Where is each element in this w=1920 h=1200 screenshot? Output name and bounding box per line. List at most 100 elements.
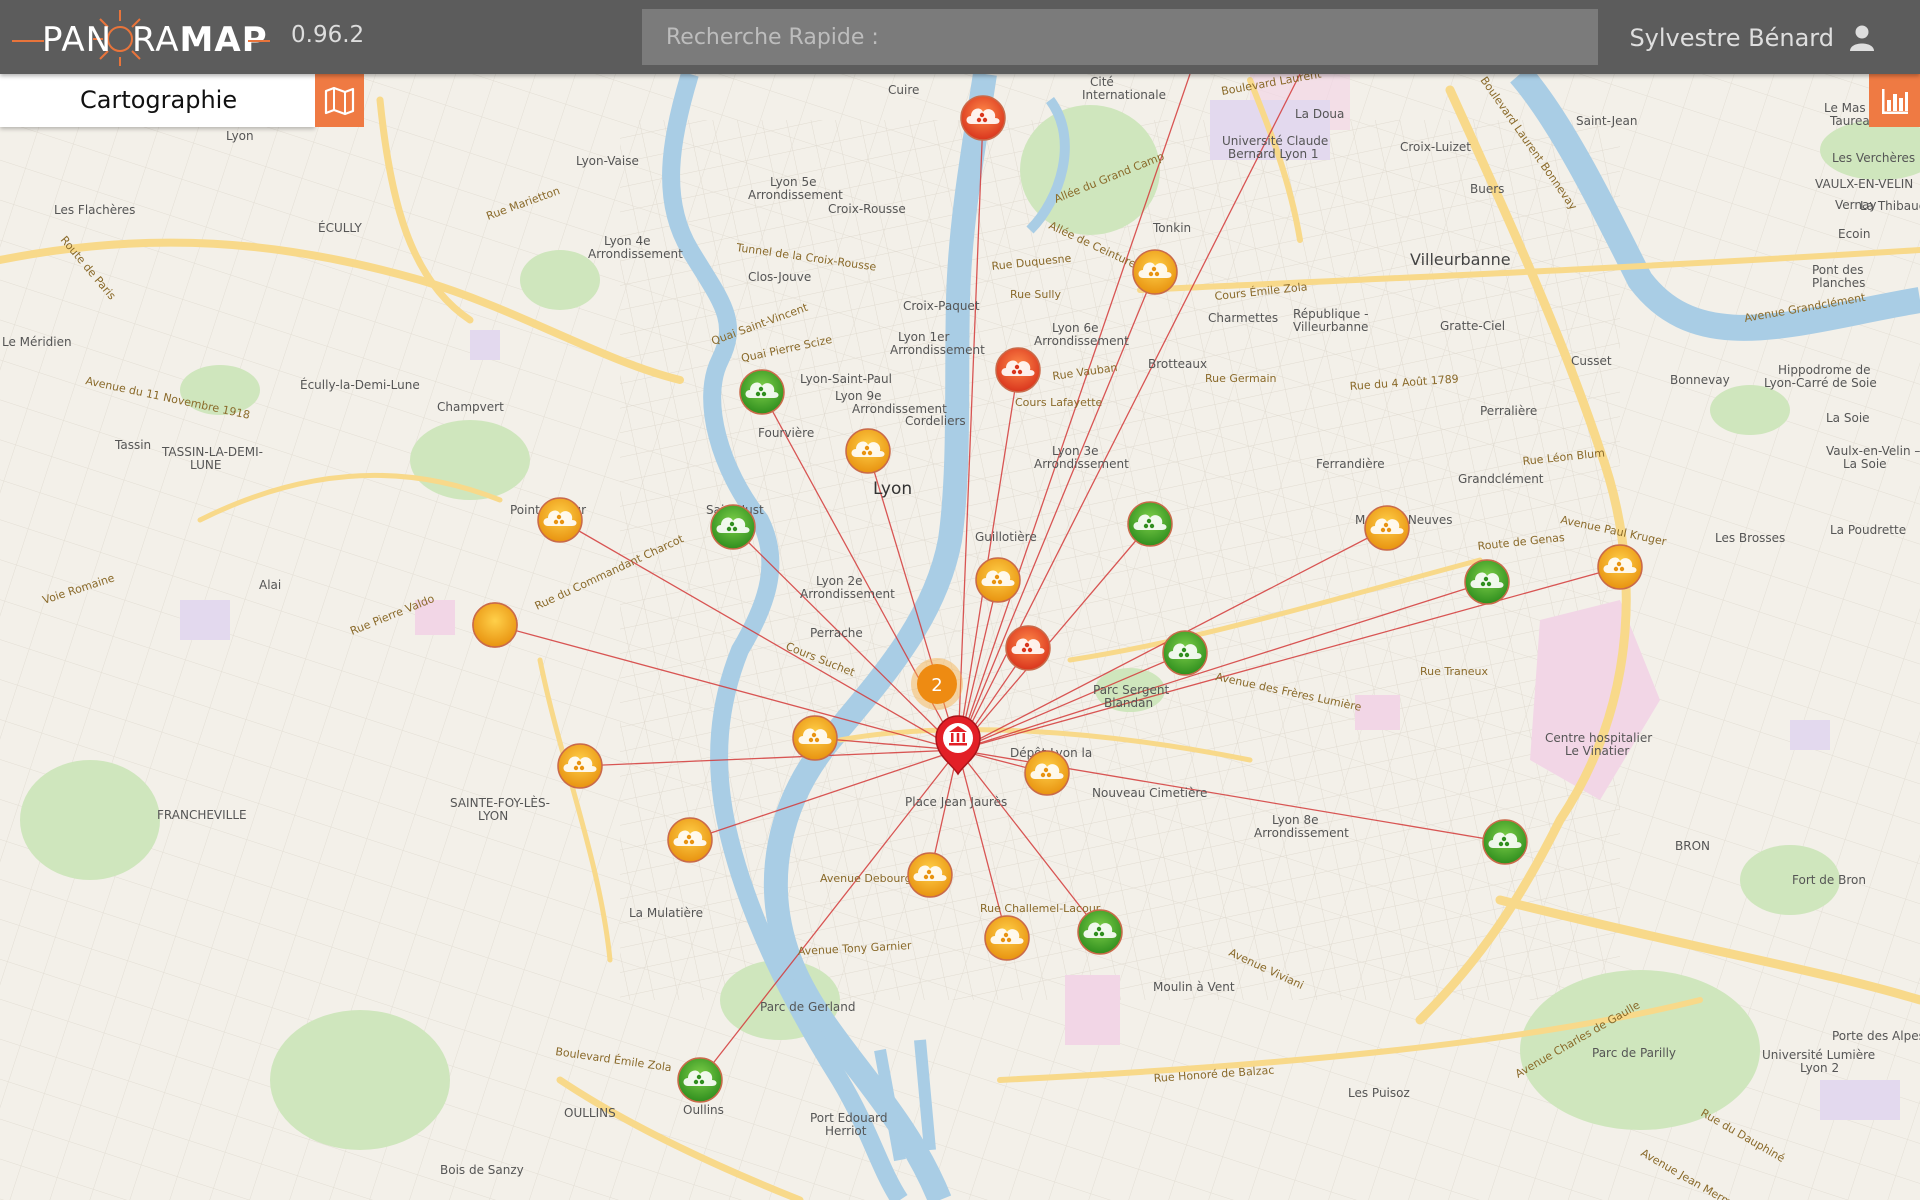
place-porte-alpes: Porte des Alpes — [1832, 1029, 1920, 1043]
place-fourviere: Fourvière — [758, 426, 814, 440]
place-bron: BRON — [1675, 839, 1710, 853]
cloud-marker[interactable] — [710, 504, 756, 550]
cloud-marker[interactable] — [960, 95, 1006, 141]
place-les-puisoz: Les Puisoz — [1348, 1086, 1410, 1100]
user-name[interactable]: Sylvestre Bénard — [1629, 24, 1834, 52]
place-nouveau-cimetiere: Nouveau Cimetière — [1092, 786, 1207, 800]
place-cusset: Cusset — [1571, 354, 1612, 368]
place-lyon: Lyon — [873, 479, 912, 499]
cloud-marker[interactable] — [557, 743, 603, 789]
cloud-marker[interactable] — [1127, 501, 1173, 547]
place-oullins-station: Oullins — [683, 1103, 724, 1117]
user-icon[interactable] — [1848, 24, 1876, 52]
road-rue-sully: Rue Sully — [1010, 288, 1061, 301]
place-lyon-vaise: Lyon-Vaise — [576, 154, 639, 168]
logo-text: PAN​RAMAP — [42, 20, 268, 60]
place-le-vinatier: Le Vinatier — [1565, 744, 1629, 758]
cloud-marker[interactable] — [537, 497, 583, 543]
place-buers: Buers — [1470, 182, 1504, 196]
cloud-marker[interactable] — [995, 347, 1041, 393]
place-parc-sergent: Parc Sergent — [1093, 683, 1169, 697]
top-bar: PAN​RAMAP 0.96.2 Sylvestre Bénard — [0, 0, 1920, 74]
cloud-marker[interactable] — [667, 817, 713, 863]
place-universite-2: Bernard Lyon 1 — [1228, 147, 1319, 161]
place-alai: Alai — [259, 578, 281, 592]
cloud-marker[interactable] — [1132, 249, 1178, 295]
place-lyon-1er: Lyon 1er — [898, 330, 949, 344]
place-moulin-vent: Moulin à Vent — [1153, 980, 1235, 994]
place-sainte-foy-2: LYON — [478, 809, 508, 823]
place-oullins: OULLINS — [564, 1106, 616, 1120]
place-universite-lumiere-2: Lyon 2 — [1800, 1061, 1839, 1075]
cloud-marker[interactable] — [1024, 750, 1070, 796]
place-vaulx-la-soie-2: La Soie — [1843, 457, 1887, 471]
cloud-marker[interactable] — [975, 557, 1021, 603]
cloud-marker[interactable] — [1464, 559, 1510, 605]
road-cours-lafayette: Cours Lafayette — [1015, 396, 1103, 409]
place-universite: Université Claude — [1222, 134, 1328, 148]
cloud-marker[interactable] — [845, 428, 891, 474]
panoramap-logo[interactable]: PAN​RAMAP — [12, 6, 272, 68]
cloud-marker[interactable] — [1077, 909, 1123, 955]
place-port-edouard: Port Edouard — [810, 1111, 887, 1125]
place-tassin-2: LUNE — [190, 458, 221, 472]
quick-search-input[interactable] — [642, 9, 1598, 65]
place-lyon-1er-2: Arrondissement — [890, 343, 985, 357]
logo-text-a: A — [155, 20, 180, 60]
place-tonkin: Tonkin — [1152, 221, 1191, 235]
place-ecully-station: Écully-la-Demi-Lune — [300, 377, 420, 392]
road-rue-challemel: Rue Challemel-Lacour — [980, 902, 1101, 915]
place-clos-jouve: Clos-Jouve — [748, 270, 811, 284]
place-universite-lumiere: Université Lumière — [1762, 1048, 1875, 1062]
cloud-marker[interactable] — [1482, 819, 1528, 865]
place-gratte-ciel: Gratte-Ciel — [1440, 319, 1505, 333]
place-jean-jaures: Place Jean Jaurès — [905, 795, 1007, 809]
place-perralliere: Perralière — [1480, 404, 1537, 418]
panel-title: Cartographie — [80, 86, 238, 114]
cloud-marker[interactable] — [677, 1057, 723, 1103]
place-bonnevay: Bonnevay — [1670, 373, 1730, 387]
place-bois-de-sanzy: Bois de Sanzy — [440, 1163, 524, 1177]
cloud-marker[interactable] — [472, 602, 518, 648]
place-villeurbanne: Villeurbanne — [1410, 250, 1511, 269]
app-version: 0.96.2 — [291, 22, 365, 48]
marker-cluster[interactable]: 2 — [911, 658, 963, 710]
road-avenue-debourg: Avenue Debourg — [820, 872, 912, 885]
place-les-brosses: Les Brosses — [1715, 531, 1785, 545]
place-la-soie: La Soie — [1826, 411, 1870, 425]
place-lyon-saint-paul: Lyon-Saint-Paul — [800, 372, 892, 386]
place-le-meridien: Le Méridien — [2, 335, 72, 349]
place-lyon-5e: Lyon 5e — [770, 175, 816, 189]
cloud-marker[interactable] — [907, 852, 953, 898]
place-hippodrome-2: Lyon-Carré de Soie — [1764, 376, 1877, 390]
cloud-marker[interactable] — [1597, 544, 1643, 590]
map-view[interactable]: Cuire Cité Internationale La Doua Univer… — [0, 74, 1920, 1200]
cloud-marker[interactable] — [1364, 505, 1410, 551]
cloud-marker[interactable] — [792, 715, 838, 761]
place-guillotiere: Guillotière — [975, 530, 1037, 544]
place-ecoin: Ecoin — [1838, 227, 1870, 241]
place-centre-hospitalier: Centre hospitalier — [1545, 731, 1652, 745]
cartography-panel[interactable]: Cartographie — [0, 74, 315, 127]
place-croix-rousse: Croix-Rousse — [828, 202, 906, 216]
place-ecully: ÉCULLY — [318, 220, 363, 235]
statistics-button[interactable] — [1869, 74, 1920, 127]
place-lyon-6e-2: Arrondissement — [1034, 334, 1129, 348]
place-sainte-foy: SAINTE-FOY-LÈS- — [450, 795, 550, 810]
place-brotteaux: Brotteaux — [1148, 357, 1207, 371]
cloud-marker[interactable] — [1005, 625, 1051, 671]
place-hippodrome: Hippodrome de — [1778, 363, 1870, 377]
cloud-marker[interactable] — [984, 915, 1030, 961]
place-charmettes: Charmettes — [1208, 311, 1278, 325]
place-lyon-4e: Lyon 4e — [604, 234, 650, 248]
map-toggle-button[interactable] — [315, 74, 364, 127]
place-perrache: Perrache — [810, 626, 863, 640]
place-grandclement: Grandclément — [1458, 472, 1544, 486]
place-les-verchere: Les Verchères — [1832, 151, 1915, 165]
place-lyon-8e: Lyon 8e — [1272, 813, 1318, 827]
place-croix-paquet: Croix-Paquet — [903, 299, 980, 313]
cloud-marker[interactable] — [1162, 630, 1208, 676]
road-rue-traneux: Rue Traneux — [1420, 665, 1488, 678]
cloud-marker[interactable] — [739, 369, 785, 415]
place-la-thibaude: La Thibaude — [1860, 199, 1920, 213]
